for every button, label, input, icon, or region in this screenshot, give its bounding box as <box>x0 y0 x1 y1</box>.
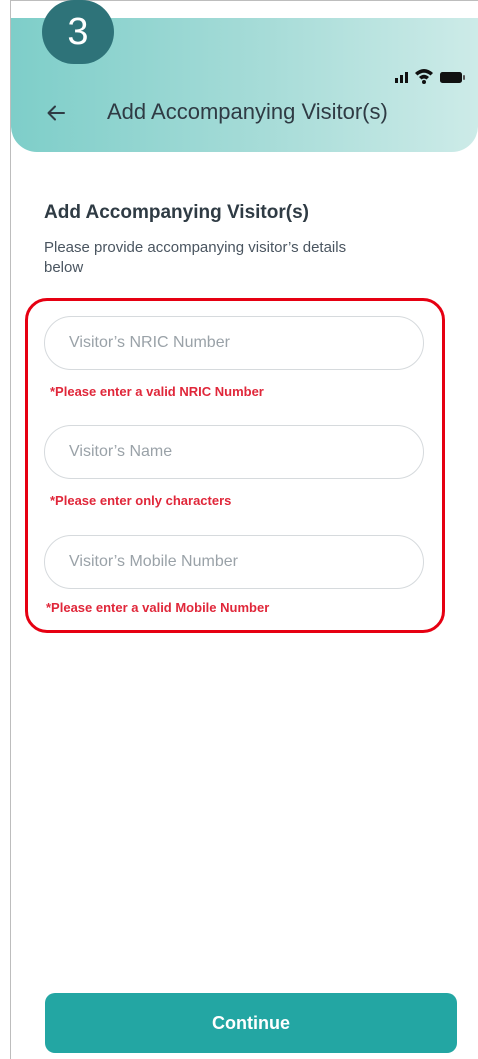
battery-icon <box>440 72 465 83</box>
step-badge: 3 <box>42 0 114 64</box>
mobile-error-message: *Please enter a valid Mobile Number <box>46 600 270 615</box>
nric-number-input[interactable] <box>44 316 424 370</box>
form-heading: Add Accompanying Visitor(s) <box>44 202 309 223</box>
continue-button[interactable]: Continue <box>45 993 457 1053</box>
nric-error-message: *Please enter a valid NRIC Number <box>50 384 264 399</box>
wifi-icon <box>415 69 433 84</box>
mobile-number-input[interactable] <box>44 535 424 589</box>
status-bar-icons <box>395 69 465 84</box>
visitor-name-input[interactable] <box>44 425 424 479</box>
page-title: Add Accompanying Visitor(s) <box>107 99 388 124</box>
form-description: Please provide accompanying visitor’s de… <box>44 239 347 276</box>
device-frame-left <box>10 0 11 1059</box>
app-screen: Add Accompanying Visitor(s) 3 Add Accomp… <box>0 0 478 1059</box>
arrow-left-icon[interactable] <box>44 100 70 126</box>
signal-icon <box>395 72 408 83</box>
name-error-message: *Please enter only characters <box>50 493 232 508</box>
